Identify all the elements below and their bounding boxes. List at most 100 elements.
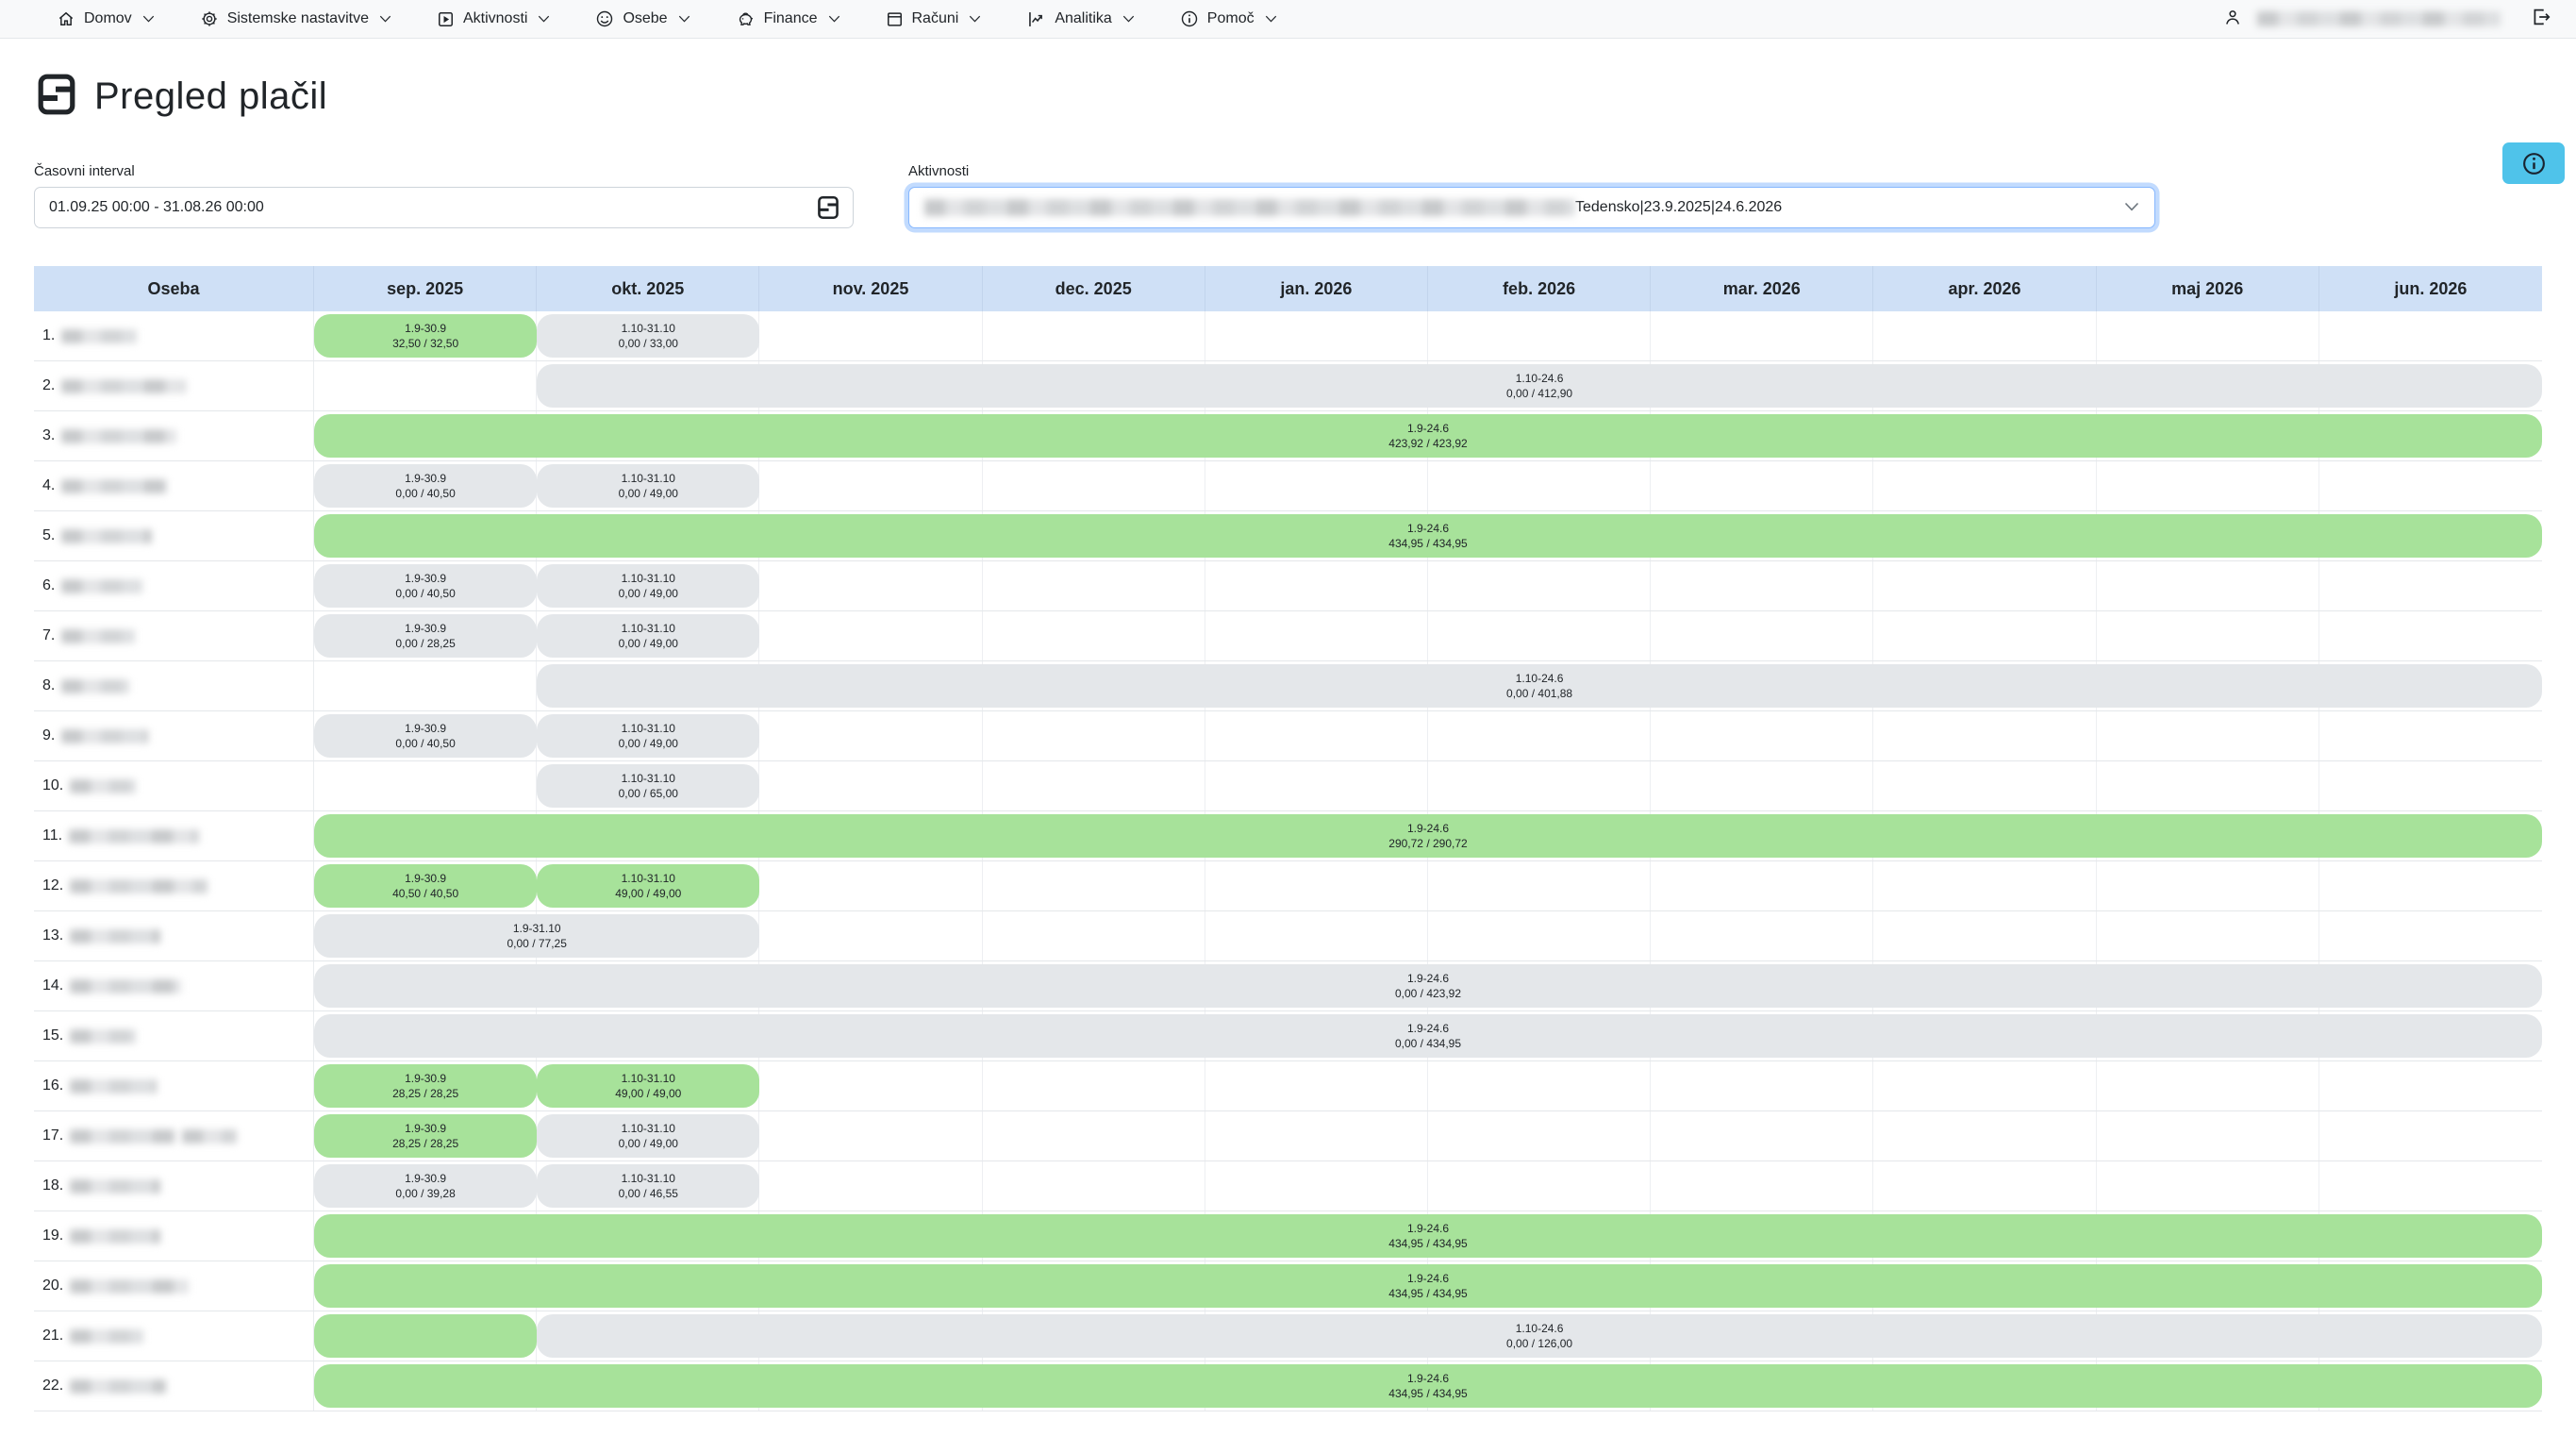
payment-bar-gray[interactable]: 1.10-31.100,00 / 49,00 [537,464,759,508]
payment-bar-green[interactable]: 1.9-24.6434,95 / 434,95 [314,1264,2542,1308]
month-cell [1873,561,2096,610]
payment-bar-green[interactable]: 1.9-24.6423,92 / 423,92 [314,414,2542,458]
payment-bar-green[interactable]: 1.9-24.6434,95 / 434,95 [314,514,2542,558]
logout-icon[interactable] [2531,7,2551,32]
payment-bar-green[interactable]: 1.9-30.940,50 / 40,50 [314,864,537,908]
month-cell [1428,861,1651,910]
person-number: 16. [42,1077,63,1094]
info-button[interactable] [2502,142,2565,184]
activities-select[interactable]: Tedensko|23.9.2025|24.6.2026 [908,187,2155,228]
bar-date-range: 1.10-24.6 [1516,371,1564,386]
payment-bar-gray[interactable]: 1.9-24.60,00 / 434,95 [314,1014,2542,1058]
nav-item-ra-uni[interactable]: Računi [886,10,982,28]
payment-bar-gray[interactable]: 1.9-30.90,00 / 40,50 [314,714,537,758]
nav-item-sistemske-nastavitve[interactable]: Sistemske nastavitve [200,9,391,28]
person-cell: 4. [34,461,314,510]
payment-bar-gray[interactable]: 1.10-31.100,00 / 49,00 [537,1114,759,1158]
person-name-redacted [61,329,137,343]
payment-bar-gray[interactable]: 1.10-31.100,00 / 46,55 [537,1164,759,1208]
person-name-redacted [61,529,152,543]
person-cell: 18. [34,1161,314,1211]
month-cell [759,461,982,510]
month-cell [1873,611,2096,660]
month-cell [1873,1161,2096,1211]
payment-bar-gray[interactable]: 1.9-30.90,00 / 28,25 [314,614,537,658]
person-name-redacted [70,1079,157,1094]
nav-item-osebe[interactable]: Osebe [595,9,690,28]
bar-date-range: 1.9-30.9 [405,571,446,586]
payment-bar-green[interactable] [314,1314,537,1358]
person-number: 7. [42,627,55,644]
interval-input[interactable]: 01.09.25 00:00 - 31.08.26 00:00 [34,187,854,228]
payment-bar-gray[interactable]: 1.10-24.60,00 / 126,00 [537,1314,2542,1358]
filters-row: Časovni interval 01.09.25 00:00 - 31.08.… [34,163,2542,228]
nav-item-analitika[interactable]: Analitika [1026,9,1134,29]
payment-bar-gray[interactable]: 1.10-31.100,00 / 49,00 [537,614,759,658]
table-row: 13.1.9-31.100,00 / 77,25 [34,911,2542,961]
timeline-cell: 1.9-30.90,00 / 39,281.10-31.100,00 / 46,… [314,1161,2542,1211]
payment-bar-green[interactable]: 1.9-30.928,25 / 28,25 [314,1114,537,1158]
month-cell [2319,461,2542,510]
interval-value: 01.09.25 00:00 - 31.08.26 00:00 [49,199,813,216]
nav-item-aktivnosti[interactable]: Aktivnosti [437,10,550,28]
payment-bar-green[interactable]: 1.9-24.6434,95 / 434,95 [314,1364,2542,1408]
chevron-down-icon [828,10,840,27]
person-name-redacted [61,729,148,743]
month-cell [759,311,982,360]
person-cell: 12. [34,861,314,910]
month-cell [2097,1061,2319,1110]
page-header: Pregled plačil [34,67,2542,125]
payment-bar-gray[interactable]: 1.9-31.100,00 / 77,25 [314,914,759,958]
person-name-redacted [70,1229,160,1244]
info-circle-icon [1180,9,1199,28]
bar-date-range: 1.9-24.6 [1407,421,1449,436]
table-row: 9.1.9-30.90,00 / 40,501.10-31.100,00 / 4… [34,711,2542,761]
payment-bar-gray[interactable]: 1.9-30.90,00 / 39,28 [314,1164,537,1208]
nav-item-domov[interactable]: Domov [57,9,155,28]
nav-item-pomo-[interactable]: Pomoč [1180,9,1277,28]
payment-bar-green[interactable]: 1.10-31.1049,00 / 49,00 [537,1064,759,1108]
person-cell: 17. [34,1111,314,1160]
nav-item-finance[interactable]: Finance [736,9,840,29]
payment-bar-gray[interactable]: 1.10-24.60,00 / 412,90 [537,364,2542,408]
payment-bar-gray[interactable]: 1.10-31.100,00 / 49,00 [537,564,759,608]
bar-date-range: 1.10-31.10 [622,871,675,886]
bar-date-range: 1.9-24.6 [1407,1371,1449,1386]
person-cell: 10. [34,761,314,810]
month-cell [1651,911,1873,960]
month-cell [1651,311,1873,360]
payment-bar-gray[interactable]: 1.9-24.60,00 / 423,92 [314,964,2542,1008]
calendar-button[interactable] [813,192,843,223]
month-cell [1651,761,1873,810]
bar-amounts: 0,00 / 40,50 [395,486,455,501]
payment-bar-gray[interactable]: 1.10-31.100,00 / 33,00 [537,314,759,358]
month-cell [2097,711,2319,760]
payment-bar-green[interactable]: 1.9-24.6290,72 / 290,72 [314,814,2542,858]
person-cell: 13. [34,911,314,960]
month-cell [2319,711,2542,760]
month-cell [1205,1061,1428,1110]
nav-item-label: Finance [764,10,818,27]
timeline-cell: 1.9-24.6290,72 / 290,72 [314,811,2542,860]
payment-bar-green[interactable]: 1.9-24.6434,95 / 434,95 [314,1214,2542,1258]
month-cell [1873,761,2096,810]
payment-bar-gray[interactable]: 1.10-31.100,00 / 49,00 [537,714,759,758]
month-cell [1651,561,1873,610]
bar-amounts: 0,00 / 412,90 [1506,386,1572,401]
payment-bar-gray[interactable]: 1.9-30.90,00 / 40,50 [314,464,537,508]
payment-bar-gray[interactable]: 1.10-24.60,00 / 401,88 [537,664,2542,708]
payment-bar-green[interactable]: 1.10-31.1049,00 / 49,00 [537,864,759,908]
person-cell: 20. [34,1261,314,1311]
column-header-month: feb. 2026 [1428,266,1651,311]
month-cell [1205,861,1428,910]
payment-bar-green[interactable]: 1.9-30.932,50 / 32,50 [314,314,537,358]
payment-bar-gray[interactable]: 1.10-31.100,00 / 65,00 [537,764,759,808]
payment-bar-gray[interactable]: 1.9-30.90,00 / 40,50 [314,564,537,608]
graph-icon [1026,9,1046,29]
table-row: 20.1.9-24.6434,95 / 434,95 [34,1261,2542,1311]
payment-bar-green[interactable]: 1.9-30.928,25 / 28,25 [314,1064,537,1108]
month-cell [759,1161,982,1211]
month-cell [1651,1161,1873,1211]
bar-amounts: 0,00 / 40,50 [395,736,455,751]
month-cell [983,861,1205,910]
